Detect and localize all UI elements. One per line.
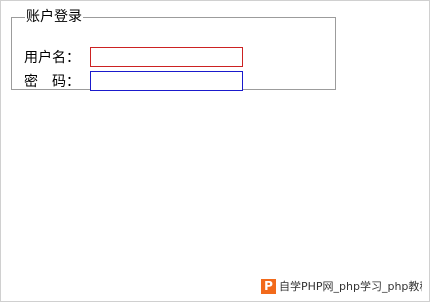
watermark-logo-icon: P [261, 278, 276, 294]
password-row: 密 码： [24, 71, 243, 91]
watermark-text: 自学PHP网_php学习_php教程 [279, 280, 422, 293]
login-legend: 账户登录 [26, 9, 82, 25]
username-label: 用户名： [24, 50, 80, 66]
login-fieldset: 账户登录 用户名： 密 码： [11, 9, 336, 91]
password-input[interactable] [90, 71, 243, 91]
username-row: 用户名： [24, 47, 243, 67]
password-label: 密 码： [24, 74, 80, 90]
username-input[interactable] [90, 47, 243, 67]
site-watermark: P 自学PHP网_php学习_php教程 [261, 277, 422, 295]
